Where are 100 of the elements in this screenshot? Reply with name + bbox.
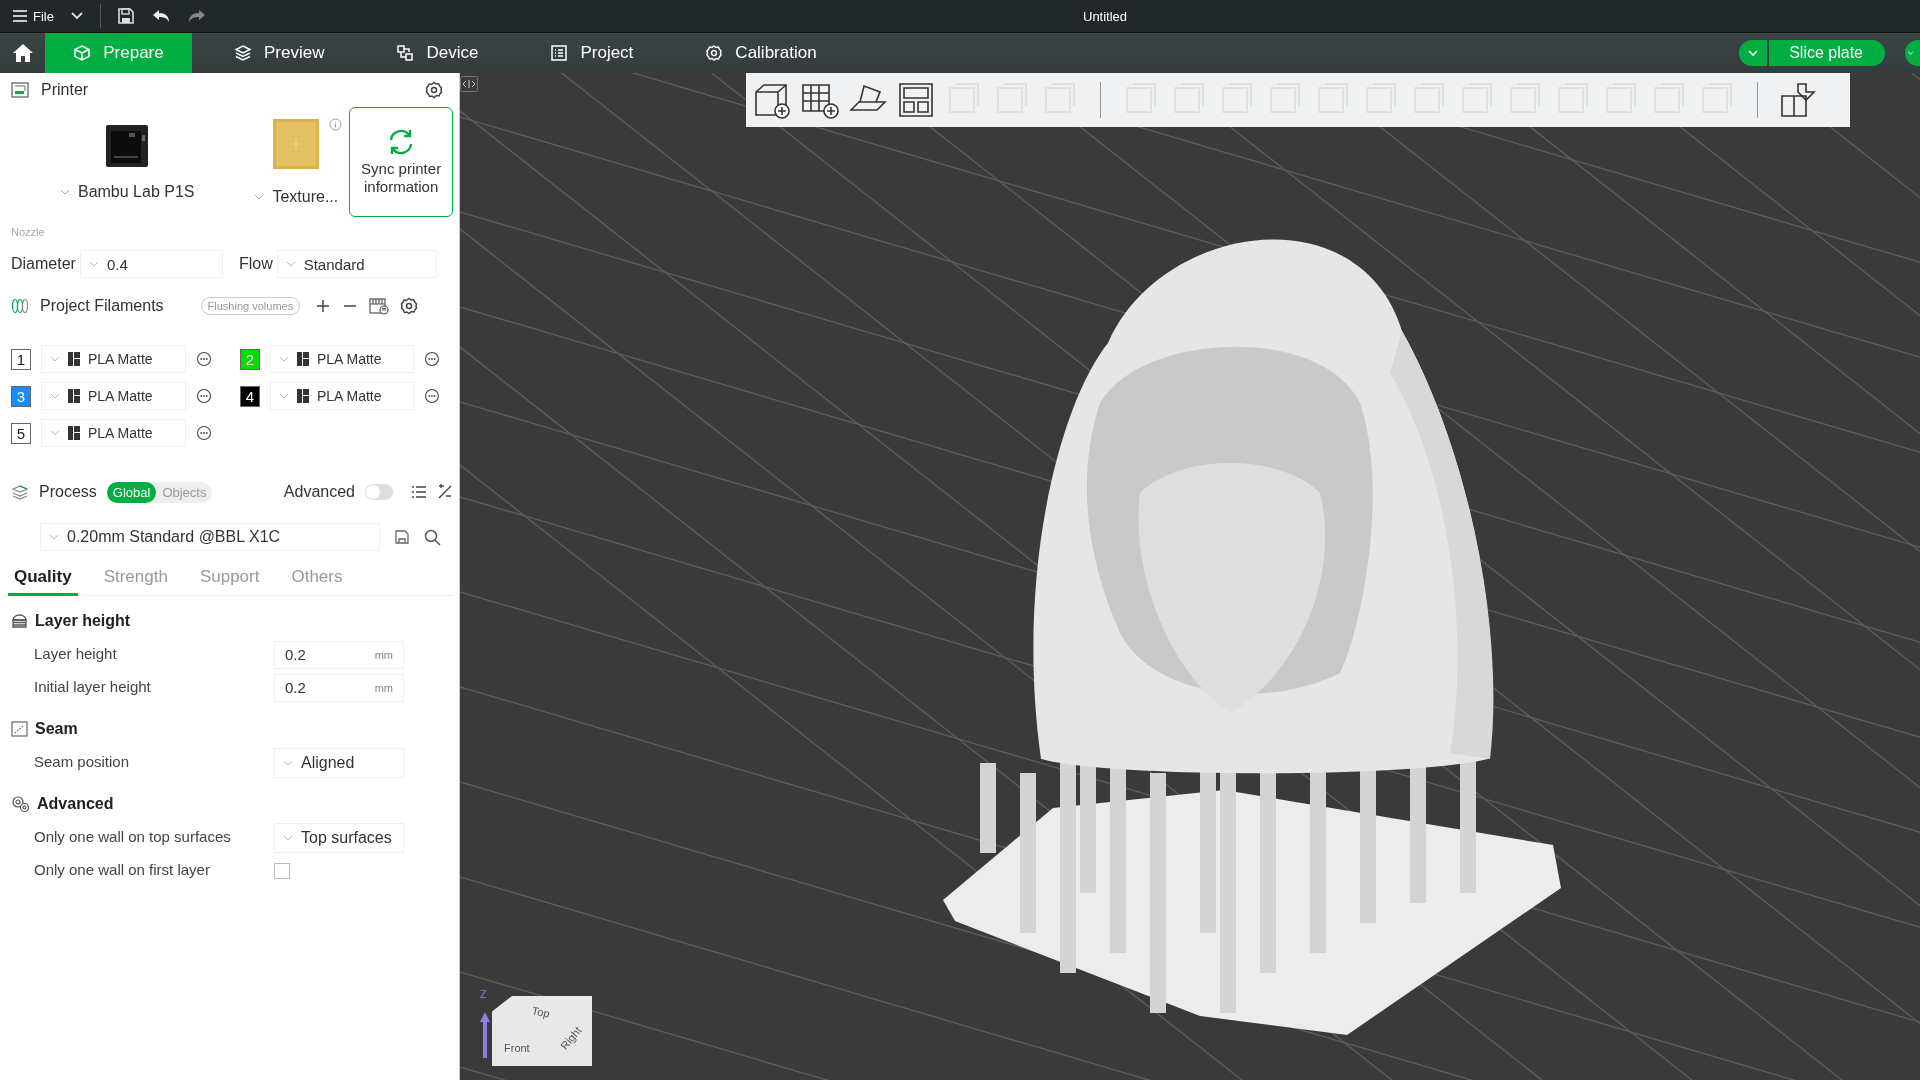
nav-tab[interactable]: Device [366,33,509,73]
filament-icon [296,352,309,366]
ams-icon[interactable] [369,297,390,315]
file-menu[interactable]: File [12,8,54,24]
filament-number[interactable]: 4 [240,385,260,407]
nav-tab[interactable]: Preview [204,33,355,73]
more-icon[interactable] [424,351,440,367]
diameter-label: Diameter [11,255,76,273]
setting-label: Layer height [34,645,118,664]
setting-select[interactable]: Aligned [274,747,404,778]
group-title: Seam [35,720,78,738]
add-icon[interactable] [315,298,332,314]
printer-icon [11,82,29,98]
setting-label: Only one wall on top surfaces [34,828,232,847]
caret-icon [285,261,296,267]
save-icon[interactable] [394,529,410,545]
setting-label: Only one wall on first layer [34,861,211,880]
group-title: Layer height [35,612,131,630]
sync-printer-button[interactable]: Sync printer information [349,107,453,217]
filament-icon [68,389,80,403]
settings-tab[interactable]: Quality [8,563,78,596]
nav-tab[interactable]: Project [520,33,664,73]
filament-icon [68,352,80,366]
section-title: Printer [41,81,89,99]
printer-card[interactable]: Bambu Lab P1S [11,107,244,217]
nav-tab[interactable]: Calibration [675,33,847,73]
tab-icon [73,44,92,62]
process-icon [11,484,29,500]
tool-icon[interactable] [1778,80,1818,120]
compare-icon[interactable] [437,484,453,500]
caret-icon [278,393,289,399]
list-icon[interactable] [411,485,427,499]
plate-name: Texture... [272,188,339,206]
nozzle-label: Nozzle [11,225,46,240]
caret-icon [49,534,59,540]
diameter-select[interactable]: 0.4 [79,250,223,278]
plate-card[interactable]: Texture... [249,107,344,217]
caret-icon [59,189,70,195]
tab-icon [396,44,415,62]
more-icon[interactable] [196,388,212,404]
caret-icon[interactable] [69,11,84,21]
filament-icon [296,389,309,403]
caret-icon [50,430,60,436]
tab-icon [234,44,252,62]
save-icon[interactable] [116,7,135,25]
setting-label: Seam position [34,753,131,772]
flow-select[interactable]: Standard [276,250,437,278]
filament-select[interactable]: PLA Matte [41,419,186,447]
caret-icon [50,393,60,399]
tab-icon [550,44,569,62]
tool-icon[interactable] [896,80,936,120]
axis-label: Z [480,988,487,1000]
home-icon [11,43,34,63]
setting-select[interactable]: Top surfaces [274,822,404,853]
settings-icon[interactable] [400,297,419,315]
more-icon[interactable] [196,425,212,441]
caret-icon [283,759,293,766]
seam-icon [11,721,28,737]
layers-icon [11,613,28,629]
number-field[interactable]: 0.2 mm [274,640,404,669]
more-icon[interactable] [424,388,440,404]
redo-icon[interactable] [186,8,207,24]
filament-icon [68,426,80,440]
filament-select[interactable]: PLA Matte [41,345,186,373]
caret-icon [1747,49,1760,57]
collapse-icon[interactable] [460,76,478,92]
advanced-label: Advanced [283,483,355,501]
filament-select[interactable]: PLA Matte [41,382,186,410]
filament-number[interactable]: 1 [11,348,31,370]
printer-name: Bambu Lab P1S [77,183,195,201]
caret-icon [50,356,60,362]
number-field[interactable]: 0.2 mm [274,673,404,702]
caret-icon [88,261,99,267]
checkbox[interactable] [274,862,290,879]
preset-select[interactable]: 0.20mm Standard @BBL X1C [40,523,380,551]
section-title: Process [39,483,97,501]
plate-icon [272,118,321,170]
gears-icon [11,795,30,813]
tab-icon [705,44,724,62]
printer-icon [104,123,151,169]
filament-select[interactable]: PLA Matte [269,382,415,410]
section-title: Project Filaments [40,297,164,315]
menu-icon [12,9,28,23]
slice-options-button[interactable] [1739,40,1768,66]
caret-icon [278,356,289,362]
search-icon[interactable] [424,528,441,546]
filament-number[interactable]: 5 [11,422,31,444]
caret-icon [254,194,265,200]
settings-icon[interactable] [425,81,443,99]
caret-icon [283,834,293,841]
more-icon[interactable] [196,351,212,367]
filament-select[interactable]: PLA Matte [269,345,415,373]
window-title: Untitled [1083,8,1128,24]
flow-label: Flow [238,255,273,273]
setting-label: Initial layer height [34,678,152,697]
more-options-button[interactable] [1905,40,1920,66]
caret-icon [1907,49,1914,57]
advanced-switch[interactable] [365,484,393,500]
group-title: Advanced [37,795,114,813]
filament-icon [11,298,29,314]
